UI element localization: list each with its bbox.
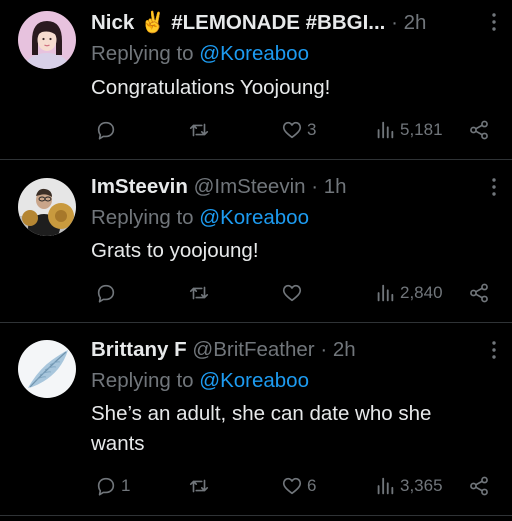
share-button[interactable] <box>468 475 490 497</box>
separator-dot: · <box>311 175 319 198</box>
reply-context: Replying to @Koreaboo <box>91 368 476 394</box>
more-icon[interactable] <box>490 340 498 360</box>
share-icon <box>470 283 488 303</box>
replying-to-label: Replying to <box>91 369 194 392</box>
reply-icon <box>97 284 115 303</box>
retweet-button[interactable] <box>188 119 210 141</box>
share-button[interactable] <box>468 119 490 141</box>
views-count: 3,365 <box>400 476 443 495</box>
share-icon <box>470 476 488 496</box>
tweet[interactable]: Brittany F @BritFeather · 2h Replying to… <box>0 323 512 516</box>
display-name[interactable]: Brittany F <box>91 338 187 361</box>
reply-button[interactable] <box>95 282 121 304</box>
like-button[interactable] <box>281 282 307 304</box>
separator-dot: · <box>320 338 328 361</box>
reply-mention-link[interactable]: @Koreaboo <box>199 42 309 65</box>
views-icon <box>377 121 394 139</box>
tweet-header: ImSteevin @ImSteevin · 1h <box>91 174 476 200</box>
tweet-text: Grats to yoojoung! <box>91 239 259 262</box>
more-icon[interactable] <box>490 177 498 197</box>
tweet[interactable]: Nick ✌️ #LEMONADE #BBGI... · 2h Replying… <box>0 0 512 160</box>
separator-dot: · <box>391 11 398 34</box>
reply-count: 1 <box>121 476 131 495</box>
user-handle[interactable]: @BritFeather <box>192 338 314 361</box>
views-count: 2,840 <box>400 283 443 302</box>
replying-to-label: Replying to <box>91 206 194 229</box>
reply-mention-link[interactable]: @Koreaboo <box>199 369 309 392</box>
views-button[interactable]: 2,840 <box>374 282 443 304</box>
retweet-icon <box>189 123 209 137</box>
share-button[interactable] <box>468 282 490 304</box>
display-name[interactable]: Nick ✌️ #LEMONADE #BBGI... <box>91 11 385 34</box>
reply-button[interactable]: 1 <box>95 475 130 497</box>
timestamp[interactable]: 2h <box>333 338 356 361</box>
reply-context: Replying to @Koreaboo <box>91 205 476 231</box>
reply-context: Replying to @Koreaboo <box>91 41 476 67</box>
reply-icon <box>97 477 115 496</box>
reply-icon <box>97 121 115 140</box>
like-icon <box>282 477 302 495</box>
views-button[interactable]: 5,181 <box>374 119 443 141</box>
share-icon <box>470 120 488 140</box>
like-count: 3 <box>307 120 317 139</box>
avatar[interactable] <box>18 340 76 398</box>
views-icon <box>377 477 394 495</box>
reply-button[interactable] <box>95 119 121 141</box>
views-icon <box>377 284 394 302</box>
like-button[interactable]: 6 <box>281 475 316 497</box>
like-icon <box>282 284 302 302</box>
retweet-button[interactable] <box>188 282 210 304</box>
avatar[interactable] <box>18 11 76 69</box>
user-handle[interactable]: @ImSteevin <box>194 175 306 198</box>
like-count: 6 <box>307 476 317 495</box>
tweet-header: Brittany F @BritFeather · 2h <box>91 337 476 363</box>
avatar[interactable] <box>18 178 76 236</box>
retweet-icon <box>189 479 209 493</box>
retweet-icon <box>189 286 209 300</box>
like-button[interactable]: 3 <box>281 119 316 141</box>
timestamp[interactable]: 2h <box>404 11 427 34</box>
more-icon[interactable] <box>490 12 498 32</box>
tweet-header: Nick ✌️ #LEMONADE #BBGI... · 2h <box>91 10 476 36</box>
display-name[interactable]: ImSteevin <box>91 175 188 198</box>
reply-mention-link[interactable]: @Koreaboo <box>199 206 309 229</box>
retweet-button[interactable] <box>188 475 210 497</box>
tweet-text: Congratulations Yoojoung! <box>91 76 331 99</box>
tweet[interactable]: ImSteevin @ImSteevin · 1h Replying to @K… <box>0 160 512 323</box>
tweet-text: She’s an adult, she can date who she wan… <box>91 402 432 455</box>
views-count: 5,181 <box>400 120 443 139</box>
like-icon <box>282 121 302 139</box>
timestamp[interactable]: 1h <box>324 175 347 198</box>
replying-to-label: Replying to <box>91 42 194 65</box>
views-button[interactable]: 3,365 <box>374 475 443 497</box>
